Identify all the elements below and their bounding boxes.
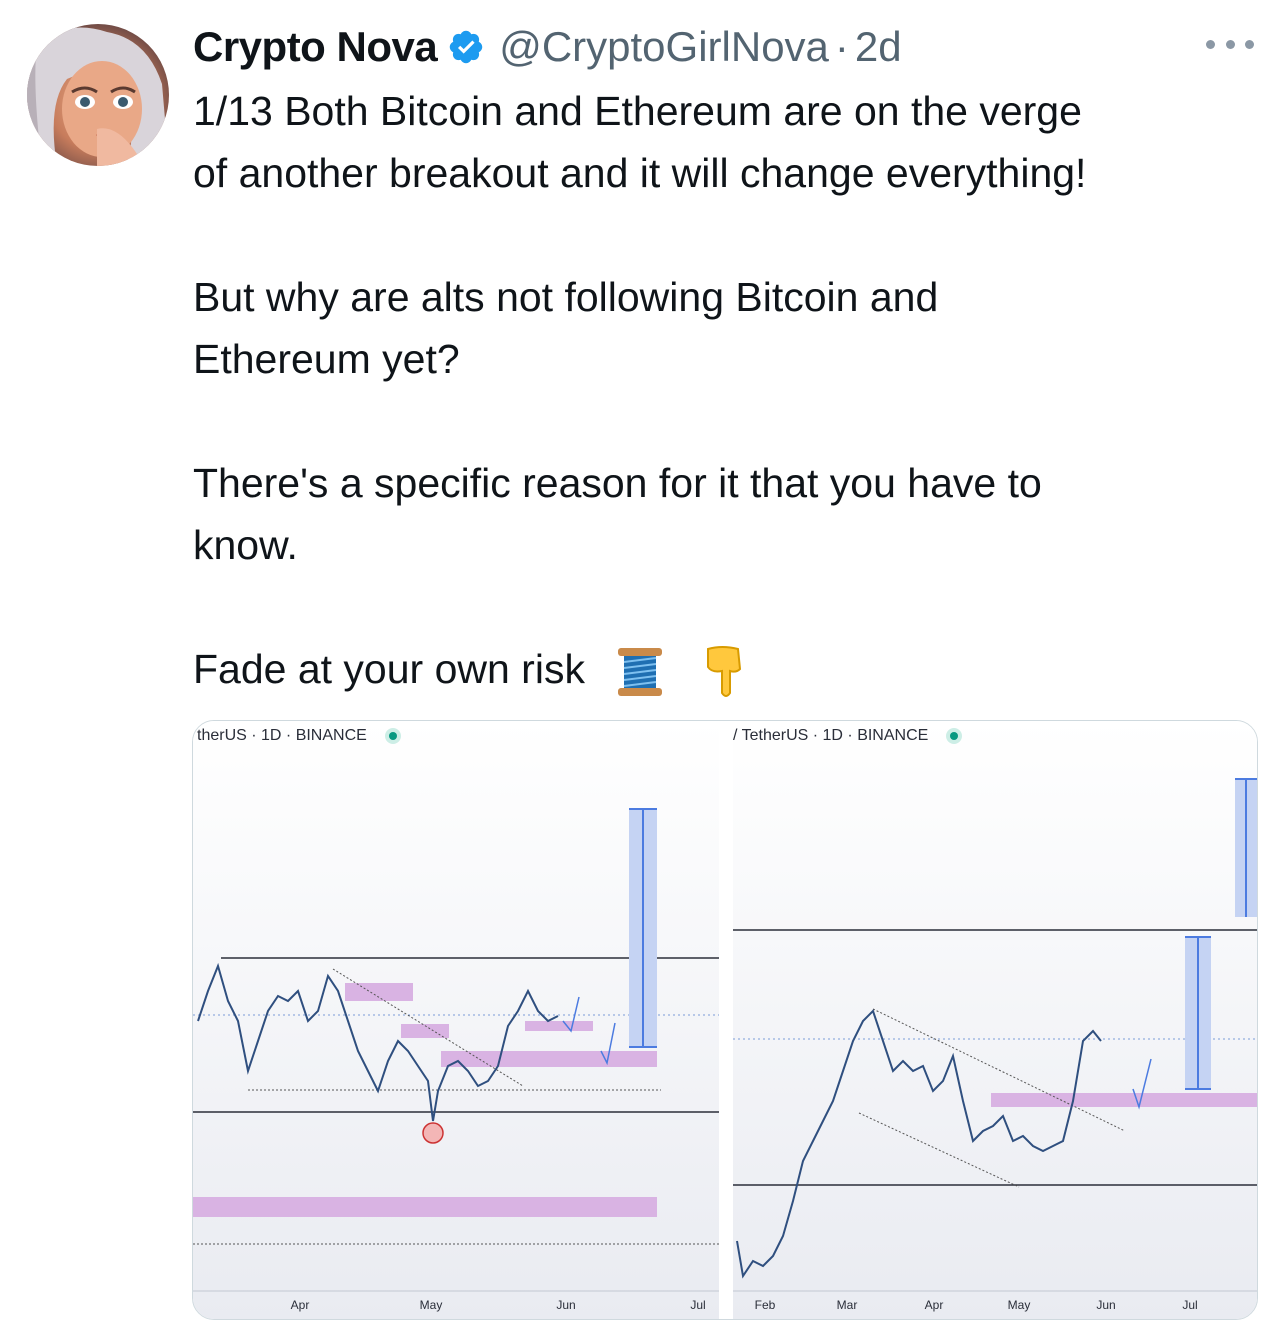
month-tick: Jul [690, 1298, 705, 1312]
month-tick: May [420, 1298, 443, 1312]
chart-left-svg: Apr May Jun Jul [193, 721, 719, 1319]
avatar-portrait [27, 27, 169, 166]
month-tick: Mar [837, 1298, 858, 1312]
text-line-fade: Fade at your own risk [193, 638, 1273, 701]
chart-symbol-text: therUS · 1D · BINANCE [197, 727, 367, 744]
month-tick: Jun [556, 1298, 575, 1312]
thread-spool-icon [618, 648, 663, 697]
chart-symbol-text: / TetherUS · 1D · BINANCE [733, 727, 929, 744]
live-status-icon [950, 731, 959, 740]
pointing-down-icon [706, 646, 741, 698]
avatar[interactable] [27, 24, 169, 166]
separator-dot: · [834, 23, 849, 70]
text-line: But why are alts not following Bitcoin a… [193, 274, 939, 320]
text-line: of another breakout and it will change e… [193, 150, 1087, 196]
month-tick: Feb [755, 1298, 776, 1312]
month-tick: May [1008, 1298, 1031, 1312]
tweet-timestamp[interactable]: 2d [855, 23, 902, 71]
month-tick: Jul [1182, 1298, 1197, 1312]
author-handle[interactable]: @CryptoGirlNova [499, 23, 829, 71]
dot-icon [1206, 39, 1215, 49]
text-line: Ethereum yet? [193, 336, 460, 382]
text-line: There's a specific reason for it that yo… [193, 460, 1042, 506]
chart-right-svg: Feb Mar Apr May Jun Jul [733, 721, 1257, 1319]
tweet-text: 1/13 Both Bitcoin and Ethereum are on th… [193, 80, 1273, 701]
live-status-icon [388, 731, 397, 740]
chart-symbol-label: / TetherUS · 1D · BINANCE [733, 727, 959, 745]
text-line: know. [193, 522, 298, 568]
text-fade: Fade at your own risk [193, 646, 585, 692]
month-tick: Jun [1096, 1298, 1115, 1312]
chart-image-right[interactable]: Feb Mar Apr May Jun Jul / TetherUS · 1D … [733, 721, 1257, 1319]
media-container[interactable]: Apr May Jun Jul therUS · 1D · BINANCE Fe… [192, 720, 1258, 1320]
dot-icon [1245, 39, 1254, 49]
text-line: 1/13 Both Bitcoin and Ethereum are on th… [193, 88, 1082, 134]
tweet-header: Crypto Nova @CryptoGirlNova · 2d [193, 22, 902, 72]
dot-icon [1225, 39, 1235, 49]
author-name[interactable]: Crypto Nova [193, 23, 438, 71]
more-options-icon[interactable] [1206, 30, 1254, 58]
chart-image-left[interactable]: Apr May Jun Jul therUS · 1D · BINANCE [193, 721, 719, 1319]
month-tick: Apr [925, 1298, 944, 1312]
month-tick: Apr [291, 1298, 310, 1312]
verified-badge-icon [449, 30, 483, 64]
chart-symbol-label: therUS · 1D · BINANCE [197, 727, 397, 745]
